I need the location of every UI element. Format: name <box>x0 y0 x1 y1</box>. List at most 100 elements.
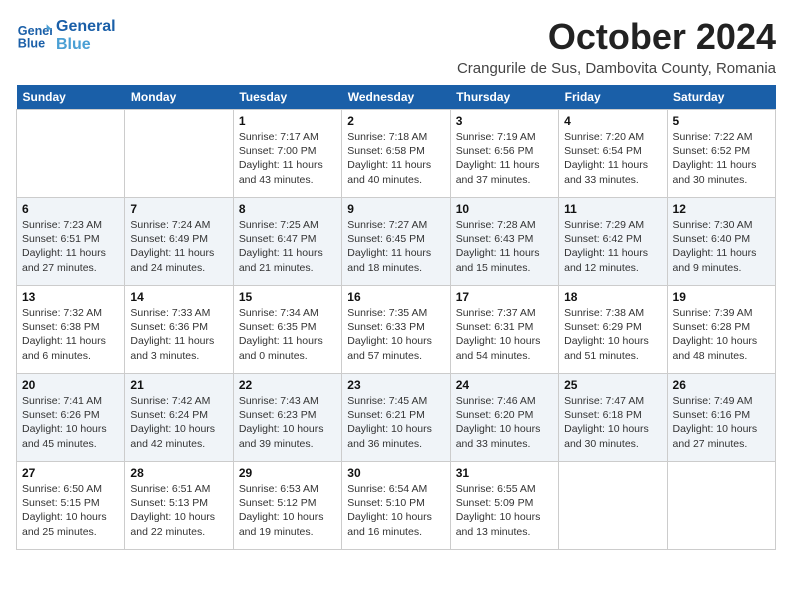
day-number: 2 <box>347 114 444 128</box>
day-detail: Sunrise: 7:46 AMSunset: 6:20 PMDaylight:… <box>456 394 553 451</box>
day-detail: Sunrise: 6:50 AMSunset: 5:15 PMDaylight:… <box>22 482 119 539</box>
day-detail: Sunrise: 6:55 AMSunset: 5:09 PMDaylight:… <box>456 482 553 539</box>
day-number: 22 <box>239 378 336 392</box>
day-detail: Sunrise: 7:18 AMSunset: 6:58 PMDaylight:… <box>347 130 444 187</box>
day-detail: Sunrise: 7:41 AMSunset: 6:26 PMDaylight:… <box>22 394 119 451</box>
day-number: 11 <box>564 202 661 216</box>
calendar-cell: 18 Sunrise: 7:38 AMSunset: 6:29 PMDayligh… <box>559 286 667 374</box>
logo-icon: General Blue <box>16 17 52 53</box>
calendar-cell: 19Sunrise: 7:39 AMSunset: 6:28 PMDayligh… <box>667 286 775 374</box>
day-number: 6 <box>22 202 119 216</box>
logo: General Blue General Blue <box>16 16 116 53</box>
day-number: 7 <box>130 202 227 216</box>
day-number: 8 <box>239 202 336 216</box>
day-number: 21 <box>130 378 227 392</box>
weekday-header-wednesday: Wednesday <box>342 85 450 110</box>
calendar-week-4: 20Sunrise: 7:41 AMSunset: 6:26 PMDayligh… <box>17 374 776 462</box>
calendar-cell: 14 Sunrise: 7:33 AMSunset: 6:36 PMDayligh… <box>125 286 233 374</box>
day-detail: Sunrise: 7:17 AMSunset: 7:00 PMDaylight:… <box>239 130 336 187</box>
weekday-header-thursday: Thursday <box>450 85 558 110</box>
day-number: 12 <box>673 202 770 216</box>
calendar-cell: 5 Sunrise: 7:22 AMSunset: 6:52 PMDaylight… <box>667 110 775 198</box>
day-detail: Sunrise: 7:25 AMSunset: 6:47 PMDaylight:… <box>239 218 336 275</box>
day-number: 28 <box>130 466 227 480</box>
calendar-cell: 9Sunrise: 7:27 AMSunset: 6:45 PMDaylight… <box>342 198 450 286</box>
day-number: 31 <box>456 466 553 480</box>
day-number: 5 <box>673 114 770 128</box>
day-detail: Sunrise: 7:23 AMSunset: 6:51 PMDaylight:… <box>22 218 119 275</box>
day-detail: Sunrise: 6:54 AMSunset: 5:10 PMDaylight:… <box>347 482 444 539</box>
location: Crangurile de Sus, Dambovita County, Rom… <box>457 60 776 77</box>
weekday-header-tuesday: Tuesday <box>233 85 341 110</box>
day-number: 16 <box>347 290 444 304</box>
calendar-cell: 29Sunrise: 6:53 AMSunset: 5:12 PMDayligh… <box>233 462 341 550</box>
calendar-cell: 4 Sunrise: 7:20 AMSunset: 6:54 PMDaylight… <box>559 110 667 198</box>
day-number: 10 <box>456 202 553 216</box>
calendar-cell: 31 Sunrise: 6:55 AMSunset: 5:09 PMDayligh… <box>450 462 558 550</box>
calendar-cell <box>125 110 233 198</box>
day-number: 24 <box>456 378 553 392</box>
weekday-header-friday: Friday <box>559 85 667 110</box>
day-number: 26 <box>673 378 770 392</box>
day-number: 1 <box>239 114 336 128</box>
day-detail: Sunrise: 7:35 AMSunset: 6:33 PMDaylight:… <box>347 306 444 363</box>
day-detail: Sunrise: 7:22 AMSunset: 6:52 PMDaylight:… <box>673 130 770 187</box>
calendar-cell: 12 Sunrise: 7:30 AMSunset: 6:40 PMDayligh… <box>667 198 775 286</box>
day-detail: Sunrise: 7:20 AMSunset: 6:54 PMDaylight:… <box>564 130 661 187</box>
calendar-cell: 25 Sunrise: 7:47 AMSunset: 6:18 PMDayligh… <box>559 374 667 462</box>
calendar-cell: 10Sunrise: 7:28 AMSunset: 6:43 PMDayligh… <box>450 198 558 286</box>
day-detail: Sunrise: 7:47 AMSunset: 6:18 PMDaylight:… <box>564 394 661 451</box>
day-detail: Sunrise: 7:29 AMSunset: 6:42 PMDaylight:… <box>564 218 661 275</box>
page-header: General Blue General Blue October 2024 C… <box>16 16 776 77</box>
day-detail: Sunrise: 7:33 AMSunset: 6:36 PMDaylight:… <box>130 306 227 363</box>
day-detail: Sunrise: 7:38 AMSunset: 6:29 PMDaylight:… <box>564 306 661 363</box>
day-number: 23 <box>347 378 444 392</box>
day-detail: Sunrise: 7:30 AMSunset: 6:40 PMDaylight:… <box>673 218 770 275</box>
day-detail: Sunrise: 7:43 AMSunset: 6:23 PMDaylight:… <box>239 394 336 451</box>
day-detail: Sunrise: 7:27 AMSunset: 6:45 PMDaylight:… <box>347 218 444 275</box>
day-detail: Sunrise: 6:51 AMSunset: 5:13 PMDaylight:… <box>130 482 227 539</box>
calendar-cell: 24 Sunrise: 7:46 AMSunset: 6:20 PMDayligh… <box>450 374 558 462</box>
day-number: 25 <box>564 378 661 392</box>
calendar-cell: 26 Sunrise: 7:49 AMSunset: 6:16 PMDayligh… <box>667 374 775 462</box>
calendar-cell: 16 Sunrise: 7:35 AMSunset: 6:33 PMDayligh… <box>342 286 450 374</box>
weekday-header-sunday: Sunday <box>17 85 125 110</box>
day-number: 4 <box>564 114 661 128</box>
calendar-cell: 11 Sunrise: 7:29 AMSunset: 6:42 PMDayligh… <box>559 198 667 286</box>
calendar-cell: 23Sunrise: 7:45 AMSunset: 6:21 PMDayligh… <box>342 374 450 462</box>
calendar-cell: 7Sunrise: 7:24 AMSunset: 6:49 PMDaylight… <box>125 198 233 286</box>
day-number: 30 <box>347 466 444 480</box>
day-detail: Sunrise: 6:53 AMSunset: 5:12 PMDaylight:… <box>239 482 336 539</box>
calendar-table: SundayMondayTuesdayWednesdayThursdayFrid… <box>16 85 776 550</box>
calendar-cell: 20Sunrise: 7:41 AMSunset: 6:26 PMDayligh… <box>17 374 125 462</box>
calendar-cell <box>667 462 775 550</box>
logo-text-line1: General <box>56 18 116 36</box>
day-number: 18 <box>564 290 661 304</box>
calendar-cell <box>17 110 125 198</box>
day-detail: Sunrise: 7:42 AMSunset: 6:24 PMDaylight:… <box>130 394 227 451</box>
calendar-week-5: 27Sunrise: 6:50 AMSunset: 5:15 PMDayligh… <box>17 462 776 550</box>
day-number: 14 <box>130 290 227 304</box>
calendar-cell: 1 Sunrise: 7:17 AMSunset: 7:00 PMDaylight… <box>233 110 341 198</box>
svg-text:Blue: Blue <box>18 36 45 50</box>
calendar-cell: 22 Sunrise: 7:43 AMSunset: 6:23 PMDayligh… <box>233 374 341 462</box>
day-detail: Sunrise: 7:39 AMSunset: 6:28 PMDaylight:… <box>673 306 770 363</box>
day-detail: Sunrise: 7:34 AMSunset: 6:35 PMDaylight:… <box>239 306 336 363</box>
calendar-cell: 28 Sunrise: 6:51 AMSunset: 5:13 PMDayligh… <box>125 462 233 550</box>
calendar-cell: 3 Sunrise: 7:19 AMSunset: 6:56 PMDaylight… <box>450 110 558 198</box>
day-detail: Sunrise: 7:32 AMSunset: 6:38 PMDaylight:… <box>22 306 119 363</box>
day-detail: Sunrise: 7:37 AMSunset: 6:31 PMDaylight:… <box>456 306 553 363</box>
calendar-week-1: 1 Sunrise: 7:17 AMSunset: 7:00 PMDaylight… <box>17 110 776 198</box>
day-detail: Sunrise: 7:19 AMSunset: 6:56 PMDaylight:… <box>456 130 553 187</box>
day-number: 17 <box>456 290 553 304</box>
calendar-cell: 27Sunrise: 6:50 AMSunset: 5:15 PMDayligh… <box>17 462 125 550</box>
title-block: October 2024 Crangurile de Sus, Dambovit… <box>457 16 776 77</box>
day-number: 13 <box>22 290 119 304</box>
day-detail: Sunrise: 7:49 AMSunset: 6:16 PMDaylight:… <box>673 394 770 451</box>
calendar-cell: 30 Sunrise: 6:54 AMSunset: 5:10 PMDayligh… <box>342 462 450 550</box>
month-title: October 2024 <box>457 16 776 58</box>
calendar-cell: 17 Sunrise: 7:37 AMSunset: 6:31 PMDayligh… <box>450 286 558 374</box>
day-number: 3 <box>456 114 553 128</box>
calendar-header: SundayMondayTuesdayWednesdayThursdayFrid… <box>17 85 776 110</box>
calendar-week-3: 13 Sunrise: 7:32 AMSunset: 6:38 PMDayligh… <box>17 286 776 374</box>
